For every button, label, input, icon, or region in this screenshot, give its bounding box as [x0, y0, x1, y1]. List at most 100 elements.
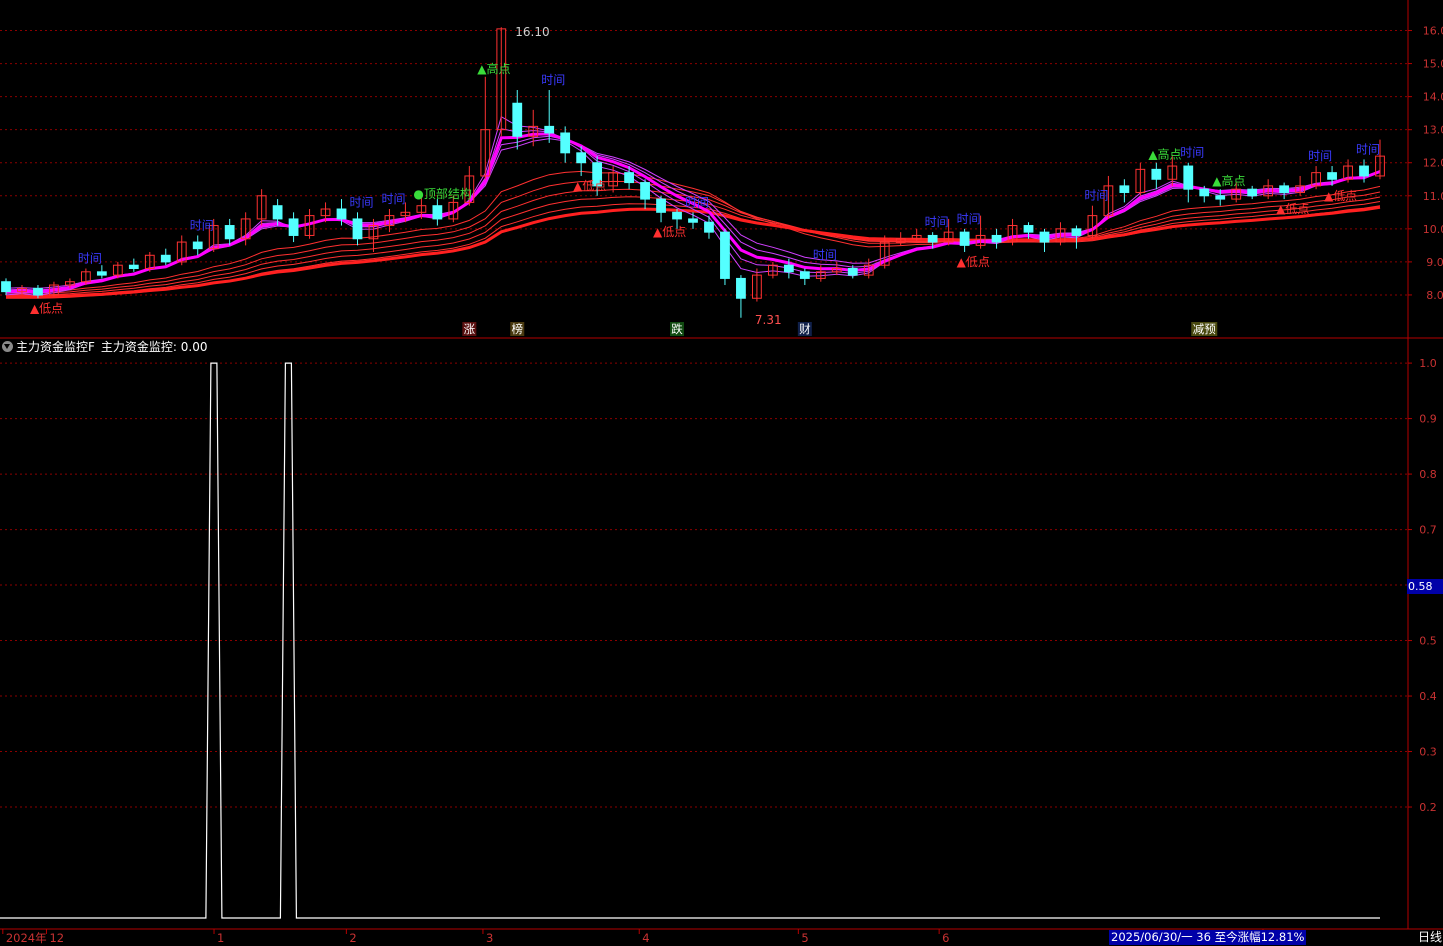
candle-body [1023, 225, 1034, 233]
x-tick-label: 5 [801, 931, 808, 945]
signal-label-low: ▲低点 [30, 301, 63, 315]
indicator-tick-label: 1.0 [1419, 357, 1437, 370]
candle-body [640, 182, 650, 200]
candle-body [352, 218, 363, 240]
signal-label-time: 时间 [1180, 146, 1204, 160]
indicator-tick-label: 0.8 [1419, 468, 1437, 481]
indicator-dropdown-icon[interactable] [2, 340, 13, 352]
candle-body [624, 172, 634, 184]
candle-body [432, 205, 443, 220]
candle-body [1119, 185, 1130, 193]
candle-body [688, 218, 698, 223]
candle-body [288, 218, 299, 236]
indicator-tick-label: 0.4 [1419, 690, 1437, 703]
event-badge-label: 涨 [464, 322, 476, 336]
x-tick-label: 12 [49, 931, 64, 945]
candle-body [1247, 188, 1258, 197]
candle-body [720, 231, 730, 279]
candle-body [783, 264, 794, 273]
signal-label-low: ▲低点 [653, 225, 686, 239]
candle-body [192, 241, 203, 250]
candle-body [799, 271, 810, 279]
candle-body [672, 211, 682, 220]
signal-label-time: 时间 [349, 195, 373, 209]
candle-body [512, 102, 523, 137]
signal-label-low: ▲低点 [573, 179, 606, 193]
period-label[interactable]: 日线 [1418, 929, 1442, 945]
event-badge-label: 跌 [671, 322, 683, 336]
x-tick-label: 1 [217, 931, 224, 945]
signal-label-low: ▲低点 [957, 255, 990, 269]
x-tick-label: 2024年 [6, 931, 47, 945]
candle-body [544, 125, 555, 134]
event-badge-label: 减预 [1193, 322, 1216, 336]
signal-label-time: 时间 [541, 73, 565, 87]
indicator-title-bar: 主力资金监控F 主力资金监控: 0.00 [0, 338, 213, 354]
candle-body [1279, 185, 1290, 193]
candle-body [1215, 195, 1226, 200]
high-price-label: 16.10 [515, 25, 549, 39]
candle-body [336, 208, 347, 220]
candle-body [1039, 231, 1050, 243]
x-tick-label: 3 [486, 931, 493, 945]
signal-label-time: 时间 [381, 192, 405, 206]
chart-canvas: 16.0 15.0 14.0 13.0 12.0 11.0 10.0 9.0 8.0 1.0 0.9… [0, 0, 1443, 945]
candle-body [224, 225, 235, 240]
signal-label-time: 时间 [78, 252, 102, 266]
candle-body [96, 271, 107, 276]
price-tick-label: 8.0 [1426, 289, 1443, 302]
candle-body [560, 132, 571, 154]
current-value-badge: 0.58 [1407, 579, 1443, 594]
candle-body [991, 234, 1002, 243]
candle-body [576, 152, 587, 164]
price-tick-label: 9.0 [1426, 256, 1443, 269]
price-tick-label: 16.0 [1423, 25, 1443, 38]
low-price-label: 7.31 [755, 313, 782, 327]
signal-label-top: ●顶部结构 [413, 186, 471, 201]
signal-label-time: 时间 [925, 215, 949, 229]
x-tick-label: 6 [942, 931, 949, 945]
price-tick-label: 14.0 [1423, 91, 1443, 104]
price-tick-label: 11.0 [1423, 190, 1443, 203]
candle-body [1359, 165, 1369, 177]
indicator-tick-label: 0.3 [1419, 746, 1437, 759]
indicator-value-label: 主力资金监控: 0.00 [100, 339, 208, 354]
indicator-tick-label: 0.2 [1419, 801, 1437, 814]
candle-body [736, 277, 746, 299]
signal-label-time: 时间 [685, 195, 709, 209]
x-tick-label: 4 [642, 931, 649, 945]
candle-body [128, 264, 139, 270]
signal-label-time: 时间 [957, 212, 981, 226]
candle-body [1327, 172, 1337, 180]
candle-body [33, 287, 43, 296]
signal-label-low: ▲低点 [1276, 202, 1309, 216]
candle-body [927, 234, 938, 243]
candle-body [1151, 168, 1162, 180]
price-tick-label: 13.0 [1423, 124, 1443, 137]
signal-label-time: 时间 [190, 218, 214, 232]
signal-label-time: 时间 [1356, 142, 1380, 156]
candle-body [1, 281, 11, 293]
signal-label-high: ▲高点 [477, 61, 510, 76]
signal-label-time: 时间 [1084, 189, 1108, 203]
price-tick-label: 10.0 [1423, 223, 1443, 236]
candle-body [656, 198, 666, 213]
price-tick-label: 15.0 [1423, 58, 1443, 71]
candle-body [1183, 165, 1194, 190]
candle-body [704, 221, 714, 233]
signal-label-time: 时间 [813, 248, 837, 262]
x-tick-label: 2 [349, 931, 356, 945]
indicator-tick-label: 0.7 [1419, 524, 1437, 537]
indicator-name[interactable]: 主力资金监控F [16, 338, 95, 355]
candle-body [959, 231, 970, 246]
status-bar-text: 2025/06/30/一 36 至今涨幅12.81% [1109, 930, 1307, 945]
candle-body [160, 254, 171, 263]
event-badge-label: 榜 [512, 322, 524, 336]
candle-body [272, 205, 283, 220]
candle-body [1199, 188, 1210, 197]
indicator-tick-label: 0.9 [1419, 413, 1437, 426]
price-tick-label: 12.0 [1423, 157, 1443, 170]
event-badge-label: 财 [799, 322, 811, 336]
indicator-tick-label: 0.5 [1419, 635, 1437, 648]
signal-label-high: ▲高点 [1212, 173, 1245, 188]
